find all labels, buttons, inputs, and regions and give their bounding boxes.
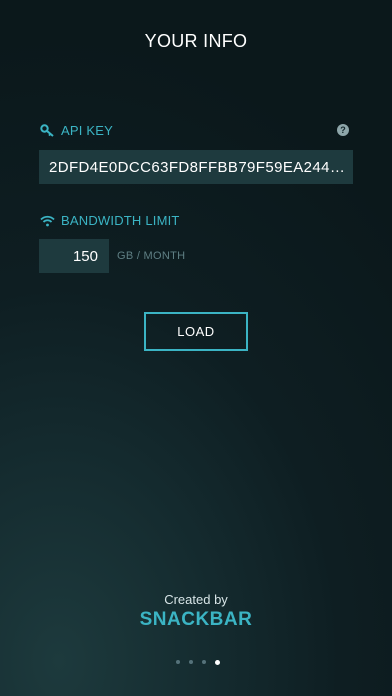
page-dot-1[interactable]	[175, 660, 180, 664]
load-button-label: LOAD	[177, 324, 215, 339]
wifi-icon	[39, 214, 55, 228]
page-dot-4[interactable]	[214, 659, 220, 665]
api-key-label: API KEY	[39, 123, 113, 138]
page-dot-3[interactable]	[201, 660, 206, 664]
snackbar-logo[interactable]: SNACKBAR	[0, 609, 392, 631]
help-icon-glyph: ?	[340, 125, 346, 135]
page-title: YOUR INFO	[144, 31, 248, 51]
api-key-label-text: API KEY	[61, 123, 113, 138]
page-indicator[interactable]	[0, 659, 392, 665]
help-icon[interactable]: ?	[337, 124, 349, 136]
api-key-value: 2DFD4E0DCC63FD8FFBB79F59EA244…	[49, 158, 346, 176]
bandwidth-unit-label: GB / MONTH	[117, 250, 186, 262]
load-button[interactable]: LOAD	[144, 312, 248, 351]
bandwidth-limit-value: 150	[72, 247, 98, 265]
page-dot-2[interactable]	[188, 660, 193, 664]
key-icon	[39, 124, 55, 138]
bandwidth-limit-field[interactable]: 150	[39, 239, 109, 273]
api-key-field[interactable]: 2DFD4E0DCC63FD8FFBB79F59EA244…	[39, 150, 353, 184]
credit-text: Created by	[164, 592, 228, 607]
bandwidth-limit-label: BANDWIDTH LIMIT	[39, 213, 180, 228]
bandwidth-limit-label-text: BANDWIDTH LIMIT	[61, 213, 180, 228]
